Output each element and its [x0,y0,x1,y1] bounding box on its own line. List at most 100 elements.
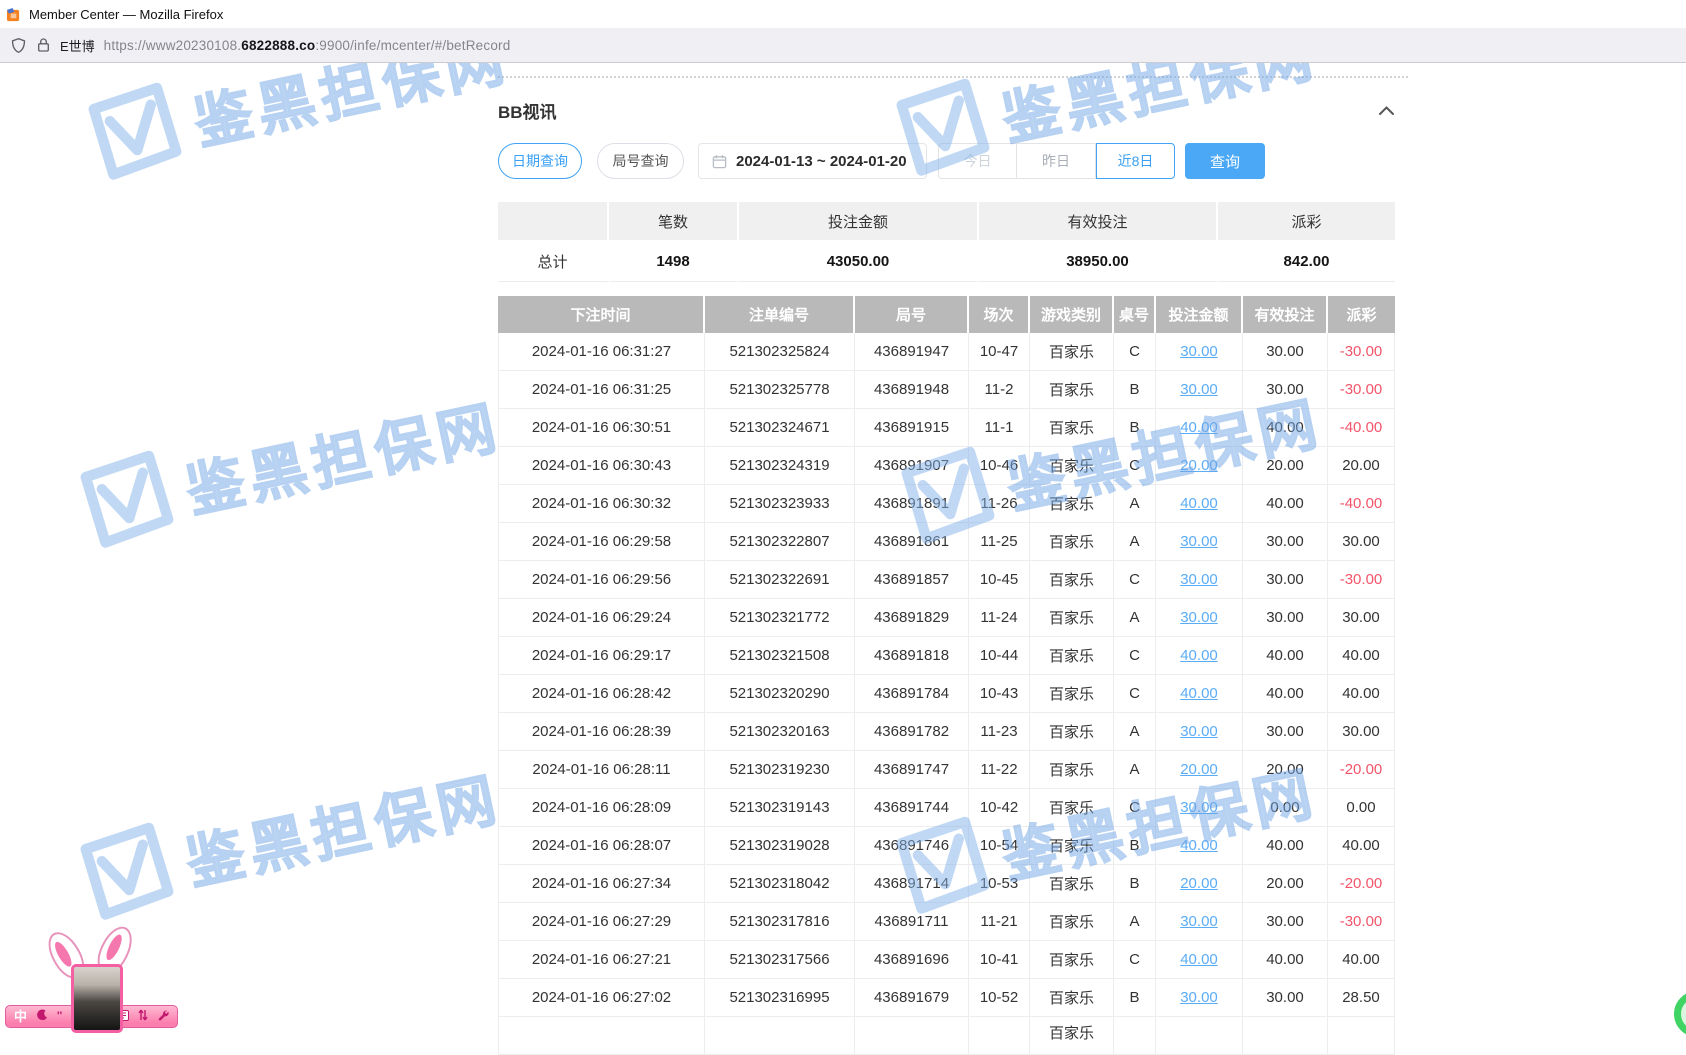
bet-amount-link[interactable]: 20.00 [1180,875,1218,892]
cell-session: 11-21 [969,903,1030,941]
watermark-logo-icon [66,812,182,934]
cell-round-no: 436891818 [855,637,969,675]
cell-valid-bet: 20.00 [1243,865,1328,903]
cell-bet-amount: 30.00 [1156,713,1243,751]
cell-table-no: A [1114,751,1156,789]
cell-table-no: C [1114,447,1156,485]
cell-payout: 0.00 [1328,789,1395,827]
cell-round-no: 436891861 [855,523,969,561]
cell-table-no: C [1114,561,1156,599]
summary-value-count: 1498 [609,242,739,282]
bet-amount-link[interactable]: 30.00 [1180,609,1218,626]
ime-punctuation-button[interactable]: '' [57,1011,62,1022]
cell-bet-time: 2024-01-16 06:30:43 [498,447,705,485]
round-query-button[interactable]: 局号查询 [597,143,684,179]
cell-table-no: B [1114,827,1156,865]
wrench-icon[interactable] [157,1008,169,1026]
cell-bet-amount: 30.00 [1156,371,1243,409]
cell-bet-amount: 30.00 [1156,903,1243,941]
watermark-logo-icon [66,440,182,562]
cell-bet-amount: 30.00 [1156,561,1243,599]
url-bar[interactable]: E世博 https://www20230108.6822888.co:9900/… [0,28,1686,63]
cell-round-no: 436891948 [855,371,969,409]
search-button[interactable]: 查询 [1185,143,1265,179]
cell-bet-time: 2024-01-16 06:29:56 [498,561,705,599]
summary-total-row: 总计149843050.0038950.00842.00 [498,242,1395,282]
cell-game-type: 百家乐 [1030,409,1114,447]
floating-green-button[interactable] [1674,991,1686,1037]
cell-payout: -30.00 [1328,371,1395,409]
bet-amount-link[interactable]: 30.00 [1180,799,1218,816]
shield-icon[interactable] [10,37,27,54]
bet-amount-link[interactable]: 30.00 [1180,989,1218,1006]
cell-valid-bet: 30.00 [1243,979,1328,1017]
cell-bet-time: 2024-01-16 06:28:07 [498,827,705,865]
cell-session: 10-45 [969,561,1030,599]
bet-amount-link[interactable]: 20.00 [1180,761,1218,778]
bet-amount-link[interactable]: 30.00 [1180,381,1218,398]
bet-amount-link[interactable]: 40.00 [1180,495,1218,512]
bet-amount-link[interactable]: 30.00 [1180,533,1218,550]
date-query-button[interactable]: 日期查询 [498,143,582,179]
bet-amount-link[interactable]: 40.00 [1180,647,1218,664]
cell-bet-time: 2024-01-16 06:27:29 [498,903,705,941]
lock-icon[interactable] [36,37,51,53]
cell-table-no: A [1114,599,1156,637]
ime-chinese-mode-button[interactable]: 中 [14,1010,27,1023]
date-range-input[interactable]: 2024-01-13 ~ 2024-01-20 [698,143,927,179]
cell-game-type: 百家乐 [1030,637,1114,675]
cell-game-type: 百家乐 [1030,865,1114,903]
bet-record-table: 下注时间注单编号局号场次游戏类别桌号投注金额有效投注派彩 2024-01-16 … [498,296,1395,1055]
chevron-up-icon [1378,105,1395,116]
table-row: 2024-01-16 06:30:43521302324319436891907… [498,447,1395,485]
cell-payout: 30.00 [1328,523,1395,561]
cell-bet-time [498,1017,705,1055]
cell-round-no: 436891696 [855,941,969,979]
cell-order-no: 521302319230 [705,751,855,789]
watermark-logo-icon [74,72,190,194]
bet-amount-link[interactable]: 30.00 [1180,571,1218,588]
bet-amount-link[interactable]: 30.00 [1180,723,1218,740]
cell-valid-bet: 30.00 [1243,561,1328,599]
cell-round-no: 436891782 [855,713,969,751]
column-header-order-no: 注单编号 [705,296,855,333]
bet-amount-link[interactable]: 40.00 [1180,837,1218,854]
cell-valid-bet: 40.00 [1243,409,1328,447]
site-label: E世博 [60,36,95,55]
yesterday-button[interactable]: 昨日 [1017,143,1096,179]
last8days-button[interactable]: 近8日 [1096,143,1175,179]
cell-game-type: 百家乐 [1030,333,1114,371]
bet-amount-link[interactable]: 30.00 [1180,913,1218,930]
cell-session: 10-42 [969,789,1030,827]
cell-game-type: 百家乐 [1030,599,1114,637]
cell-session [969,1017,1030,1055]
url-text[interactable]: https://www20230108.6822888.co:9900/infe… [104,38,511,53]
cell-game-type: 百家乐 [1030,979,1114,1017]
cell-round-no: 436891714 [855,865,969,903]
ime-skin-photo [71,964,123,1033]
bet-amount-link[interactable]: 40.00 [1180,951,1218,968]
moon-icon[interactable] [36,1008,48,1026]
cell-game-type: 百家乐 [1030,675,1114,713]
bet-table-header-row: 下注时间注单编号局号场次游戏类别桌号投注金额有效投注派彩 [498,296,1395,333]
bet-amount-link[interactable]: 30.00 [1180,343,1218,360]
bet-amount-link[interactable]: 20.00 [1180,457,1218,474]
bet-amount-link[interactable]: 40.00 [1180,419,1218,436]
today-button[interactable]: 今日 [938,143,1017,179]
cell-payout: 40.00 [1328,827,1395,865]
bet-amount-link[interactable]: 40.00 [1180,685,1218,702]
toggle-icon[interactable] [138,1008,148,1026]
cell-order-no: 521302316995 [705,979,855,1017]
cell-table-no: C [1114,675,1156,713]
cell-bet-amount: 20.00 [1156,865,1243,903]
summary-header-bet-amount: 投注金额 [739,202,979,240]
cell-valid-bet: 40.00 [1243,827,1328,865]
summary-header-row: 笔数投注金额有效投注派彩 [498,202,1395,240]
cell-game-type: 百家乐 [1030,941,1114,979]
collapse-toggle[interactable] [1373,100,1399,120]
cell-bet-amount: 40.00 [1156,637,1243,675]
cell-table-no: C [1114,941,1156,979]
cell-game-type: 百家乐 [1030,485,1114,523]
cell-order-no: 521302317816 [705,903,855,941]
cell-round-no: 436891679 [855,979,969,1017]
